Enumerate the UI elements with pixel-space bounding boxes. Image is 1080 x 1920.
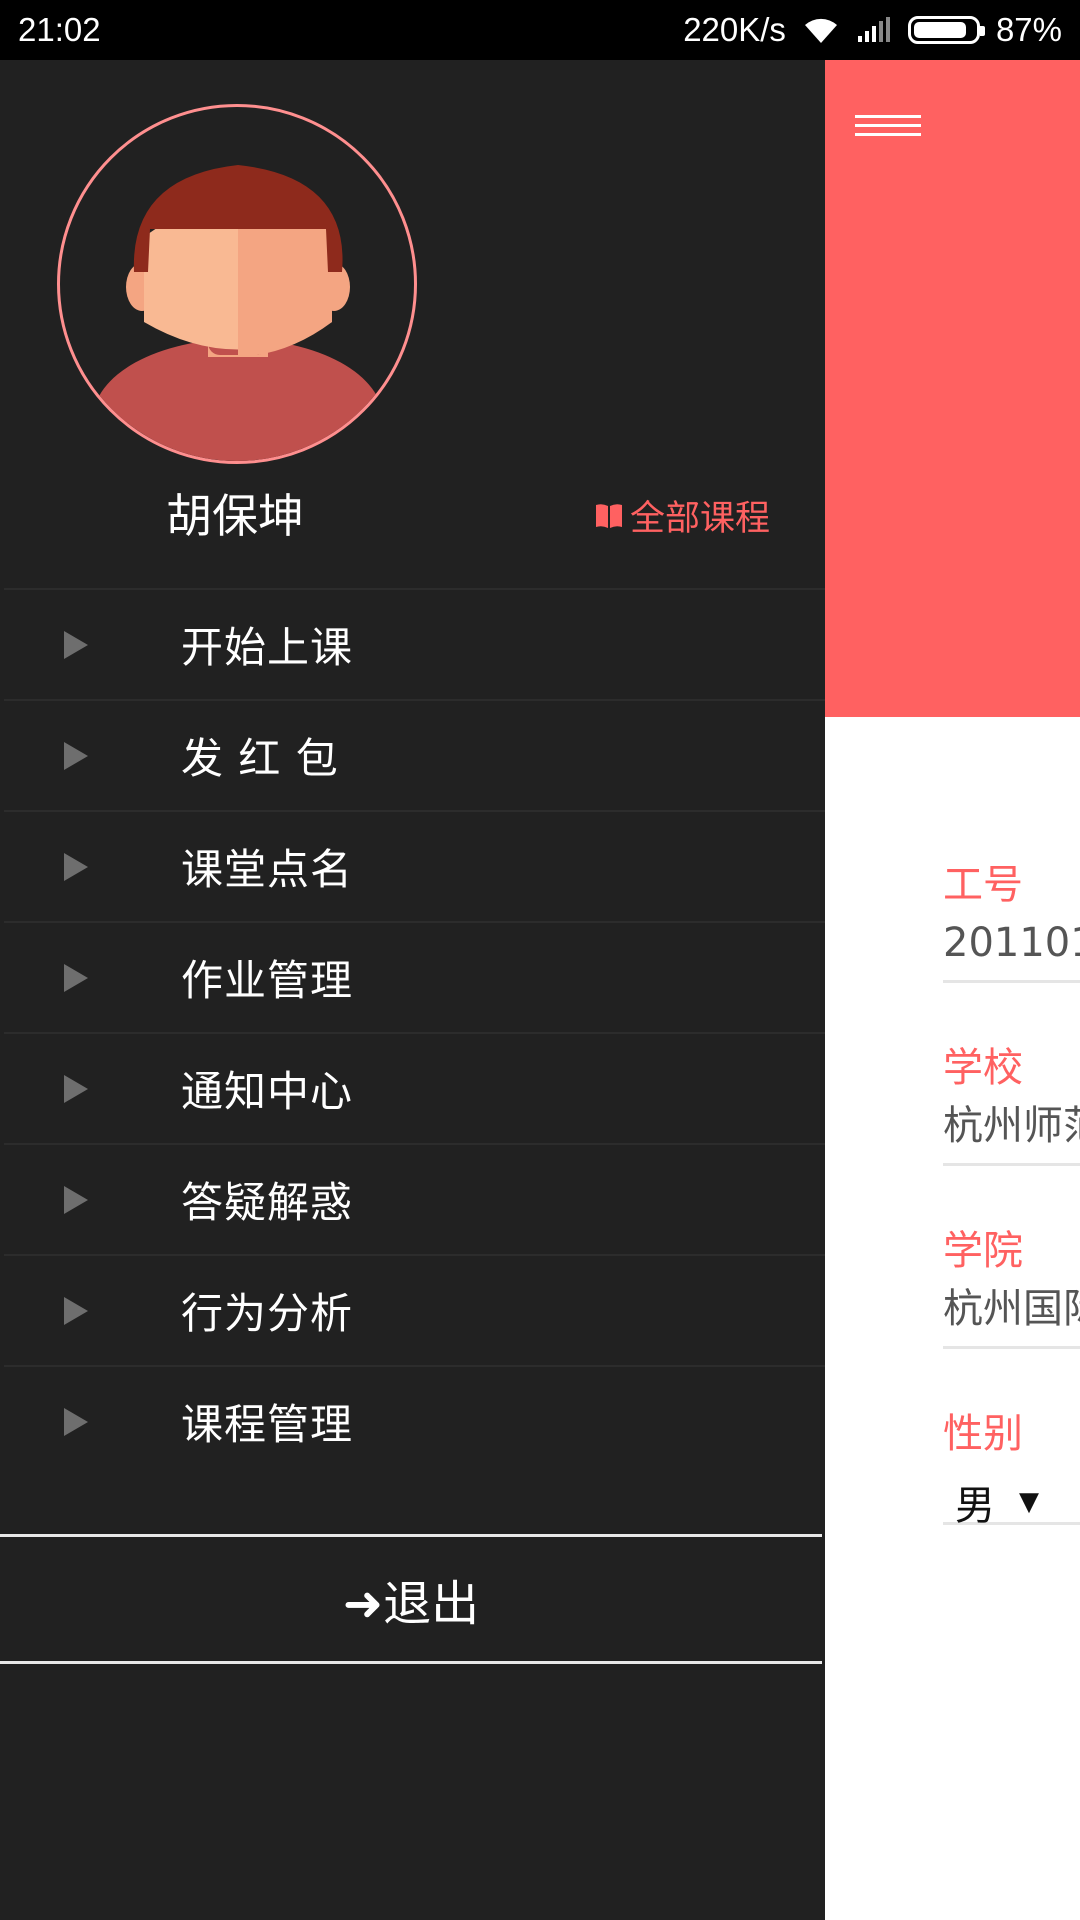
network-speed: 220K/s [683,11,786,48]
menu-item-red-packet[interactable]: 发 红 包 [4,699,825,810]
play-arrow-icon [64,741,88,770]
navigation-drawer: 胡保坤 全部课程 开始上课 发 红 包 课堂点名 作业管理 通知中心 答疑解惑 … [0,60,825,1920]
menu-toggle-icon[interactable] [855,115,921,145]
menu-item-label: 课程管理 [181,1400,354,1449]
wifi-icon [804,18,837,43]
info-label: 性别 [943,1411,1023,1457]
menu-item-roll-call[interactable]: 课堂点名 [4,810,825,921]
info-item-school: 学校 杭州师范 [943,983,1080,1166]
battery-percent: 87% [995,11,1062,48]
menu-item-label: 开始上课 [181,623,354,672]
info-value: 杭州师范 [943,1103,1080,1149]
profile-info-list: 工号 201101 学校 杭州师范 学院 杭州国际 性别 男 ▼ [943,800,1080,1529]
book-icon [596,503,622,528]
menu-item-label: 行为分析 [181,1289,354,1338]
info-label: 学校 [943,1045,1023,1091]
battery-icon [907,16,985,44]
info-value: 201101 [943,920,1080,966]
play-arrow-icon [64,630,88,659]
menu-item-course-management[interactable]: 课程管理 [4,1365,825,1476]
menu-item-qa[interactable]: 答疑解惑 [4,1143,825,1254]
all-courses-link[interactable]: 全部课程 [594,490,770,541]
info-item-college: 学院 杭州国际 [943,1166,1080,1349]
gender-value: 男 [955,1483,995,1529]
play-arrow-icon [64,1407,88,1436]
profile-header [825,60,1080,717]
status-time: 21:02 [18,11,101,48]
status-right: 220K/s 87% [683,11,1062,49]
dropdown-caret-icon: ▼ [1019,1487,1039,1517]
menu-item-label: 作业管理 [181,956,354,1005]
play-arrow-icon [64,963,88,992]
info-label: 工号 [943,862,1023,908]
menu-item-label: 答疑解惑 [181,1178,354,1227]
profile-page: 工号 201101 学校 杭州师范 学院 杭州国际 性别 男 ▼ [825,60,1080,1920]
signal-icon [857,17,890,42]
drawer-menu: 开始上课 发 红 包 课堂点名 作业管理 通知中心 答疑解惑 行为分析 课程管理 [4,588,825,1476]
menu-item-label: 通知中心 [181,1067,354,1116]
menu-item-notifications[interactable]: 通知中心 [4,1032,825,1143]
avatar-image [93,165,383,461]
play-arrow-icon [64,852,88,881]
logout-button[interactable]: ➜退出 [0,1534,822,1664]
status-bar: 21:02 220K/s 87% [0,0,1080,60]
play-arrow-icon [64,1074,88,1103]
info-label: 学院 [943,1228,1023,1274]
info-item-staff-id: 工号 201101 [943,800,1080,983]
menu-item-label: 发 红 包 [181,734,339,783]
play-arrow-icon [64,1185,88,1214]
battery-fill [913,22,966,38]
menu-item-start-class[interactable]: 开始上课 [4,588,825,699]
gender-select[interactable]: 男 ▼ [943,1473,1080,1531]
play-arrow-icon [64,1296,88,1325]
all-courses-label: 全部课程 [630,499,771,539]
menu-item-homework[interactable]: 作业管理 [4,921,825,1032]
avatar[interactable] [57,104,417,464]
info-item-gender: 性别 男 ▼ [943,1349,1080,1529]
logout-label: ➜退出 [342,1576,480,1632]
menu-item-behavior-analysis[interactable]: 行为分析 [4,1254,825,1365]
user-name: 胡保坤 [166,489,304,543]
info-value: 杭州国际 [943,1286,1080,1332]
menu-item-label: 课堂点名 [181,845,354,894]
